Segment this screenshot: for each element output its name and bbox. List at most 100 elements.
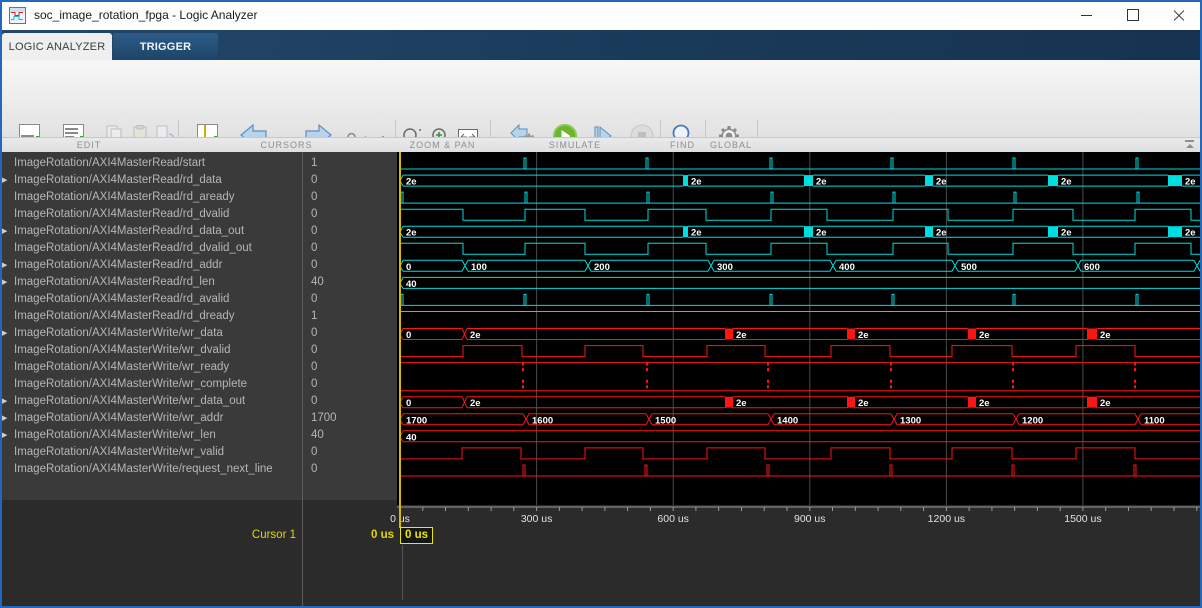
signal-value: 0: [303, 393, 397, 410]
expand-arrow-icon[interactable]: ▶: [2, 410, 7, 427]
signal-row[interactable]: ▶ ImageRotation/AXI4MasterRead/rd_data_ou…: [0, 223, 302, 240]
tab-logic-analyzer[interactable]: LOGIC ANALYZER: [2, 33, 112, 60]
signal-row[interactable]: ImageRotation/AXI4MasterRead/rd_dvalid: [0, 206, 302, 223]
signal-row[interactable]: ▶ ImageRotation/AXI4MasterRead/rd_data: [0, 172, 302, 189]
signal-name: ImageRotation/AXI4MasterWrite/wr_valid: [14, 446, 224, 458]
signal-row[interactable]: ▶ImageRotation/AXI4MasterWrite/wr_addr: [0, 410, 302, 427]
axis-tick-label: 600 us: [657, 513, 689, 525]
tab-trigger[interactable]: TRIGGER: [113, 33, 218, 60]
signal-name-list: ImageRotation/AXI4MasterRead/start▶Image…: [0, 152, 302, 478]
svg-text:0: 0: [406, 330, 411, 341]
svg-text:2e: 2e: [691, 177, 702, 188]
waveform-area[interactable]: 2e2e2e2e2e2e2e2e2e2e2e2e0100200300400500…: [397, 152, 1202, 505]
svg-text:2e: 2e: [406, 228, 417, 239]
signal-row[interactable]: ImageRotation/AXI4MasterRead/rd_dready: [0, 308, 302, 325]
svg-text:2e: 2e: [979, 330, 990, 341]
svg-text:2e: 2e: [470, 398, 481, 409]
signal-value: 0: [303, 172, 397, 189]
signal-name: ImageRotation/AXI4MasterWrite/wr_ready: [14, 361, 229, 373]
collapse-ribbon-icon[interactable]: [1184, 140, 1195, 149]
signal-row[interactable]: ▶ImageRotation/AXI4MasterRead/rd_len: [0, 274, 302, 291]
svg-text:2e: 2e: [1100, 398, 1111, 409]
svg-text:2e: 2e: [1100, 330, 1111, 341]
signal-name: ImageRotation/AXI4MasterWrite/wr_data: [14, 327, 223, 339]
svg-text:2e: 2e: [406, 177, 417, 188]
signal-row[interactable]: ImageRotation/AXI4MasterRead/start: [0, 155, 302, 172]
signal-row[interactable]: ▶ ImageRotation/AXI4MasterWrite/wr_data: [0, 325, 302, 342]
maximize-button[interactable]: [1110, 0, 1155, 30]
signal-name: ImageRotation/AXI4MasterRead/rd_aready: [14, 191, 235, 203]
signal-name: ImageRotation/AXI4MasterRead/start: [14, 157, 205, 169]
signal-name: ImageRotation/AXI4MasterWrite/wr_dvalid: [14, 344, 230, 356]
signal-row[interactable]: ImageRotation/AXI4MasterWrite/wr_ready: [0, 359, 302, 376]
signal-row[interactable]: ImageRotation/AXI4MasterRead/rd_aready: [0, 189, 302, 206]
signal-name: ImageRotation/AXI4MasterRead/rd_addr: [14, 259, 222, 271]
minimize-icon: [1081, 15, 1092, 16]
signal-name: ImageRotation/AXI4MasterWrite/request_ne…: [14, 463, 273, 475]
svg-text:2e: 2e: [736, 330, 747, 341]
panel-divider[interactable]: [302, 152, 303, 606]
svg-text:500: 500: [961, 262, 977, 273]
cursor-value-label: 0 us: [300, 529, 394, 541]
svg-text:2e: 2e: [816, 177, 827, 188]
signal-row[interactable]: ImageRotation/AXI4MasterWrite/wr_dvalid: [0, 342, 302, 359]
expand-arrow-icon[interactable]: ▶: [2, 223, 7, 240]
signal-value: 40: [303, 274, 397, 291]
signal-value: 0: [303, 342, 397, 359]
svg-text:2e: 2e: [470, 330, 481, 341]
cursor-time-box[interactable]: 0 us: [400, 527, 433, 544]
axis-tick-label: 1200 us: [928, 513, 965, 525]
signal-value: 0: [303, 444, 397, 461]
cursor-name-label: Cursor 1: [150, 529, 296, 541]
svg-text:2e: 2e: [936, 177, 947, 188]
close-button[interactable]: [1156, 0, 1201, 30]
svg-text:2e: 2e: [1061, 177, 1072, 188]
svg-text:2e: 2e: [691, 228, 702, 239]
bottom-divider-stub: [402, 545, 403, 600]
svg-text:2e: 2e: [858, 330, 869, 341]
svg-text:2e: 2e: [979, 398, 990, 409]
expand-arrow-icon[interactable]: ▶: [2, 257, 7, 274]
svg-text:200: 200: [594, 262, 610, 273]
app-icon: [9, 7, 26, 24]
signal-name: ImageRotation/AXI4MasterWrite/wr_complet…: [14, 378, 247, 390]
signal-row[interactable]: ImageRotation/AXI4MasterWrite/wr_complet…: [0, 376, 302, 393]
signal-row[interactable]: ▶ ImageRotation/AXI4MasterRead/rd_addr: [0, 257, 302, 274]
svg-text:1500: 1500: [655, 415, 676, 426]
expand-arrow-icon[interactable]: ▶: [2, 427, 7, 444]
signal-row[interactable]: ▶ImageRotation/AXI4MasterWrite/wr_data_o…: [0, 393, 302, 410]
expand-arrow-icon[interactable]: ▶: [2, 393, 7, 410]
ribbon-section-labels: EDIT CURSORS ZOOM & PAN SIMULATE FIND GL…: [0, 137, 1202, 153]
window-title: soc_image_rotation_fpga - Logic Analyzer: [34, 8, 257, 22]
signal-row[interactable]: ImageRotation/AXI4MasterRead/rd_dvalid_o…: [0, 240, 302, 257]
svg-text:2e: 2e: [1185, 228, 1196, 239]
signal-value-list: 100000040010000017004000: [303, 152, 397, 478]
expand-arrow-icon[interactable]: ▶: [2, 325, 7, 342]
maximize-icon: [1127, 9, 1139, 21]
signal-value: 0: [303, 189, 397, 206]
signal-name: ImageRotation/AXI4MasterRead/rd_data: [14, 174, 222, 186]
signal-name-panel: ImageRotation/AXI4MasterRead/start▶Image…: [0, 152, 302, 500]
signal-name: ImageRotation/AXI4MasterRead/rd_dvalid: [14, 208, 229, 220]
time-cursor-line[interactable]: [399, 152, 401, 528]
signal-row[interactable]: ImageRotation/AXI4MasterWrite/wr_valid: [0, 444, 302, 461]
waveform-svg: 2e2e2e2e2e2e2e2e2e2e2e2e0100200300400500…: [397, 152, 1202, 505]
signal-value-panel: 100000040010000017004000: [303, 152, 397, 500]
section-label-global: GLOBAL: [705, 140, 757, 150]
signal-name: ImageRotation/AXI4MasterRead/rd_data_out: [14, 225, 244, 237]
signal-row[interactable]: ImageRotation/AXI4MasterRead/rd_avalid: [0, 291, 302, 308]
signal-name: ImageRotation/AXI4MasterWrite/wr_len: [14, 429, 216, 441]
section-label-zoom-pan: ZOOM & PAN: [395, 140, 490, 150]
signal-row[interactable]: ImageRotation/AXI4MasterWrite/request_ne…: [0, 461, 302, 478]
expand-arrow-icon[interactable]: ▶: [2, 172, 7, 189]
signal-value: 0: [303, 223, 397, 240]
signal-row[interactable]: ▶ ImageRotation/AXI4MasterWrite/wr_len: [0, 427, 302, 444]
svg-text:600: 600: [1084, 262, 1100, 273]
signal-value: 0: [303, 376, 397, 393]
signal-value: 40: [303, 427, 397, 444]
minimize-button[interactable]: [1064, 0, 1109, 30]
expand-arrow-icon[interactable]: ▶: [2, 274, 7, 291]
svg-text:1400: 1400: [777, 415, 798, 426]
svg-text:400: 400: [839, 262, 855, 273]
svg-text:1300: 1300: [900, 415, 921, 426]
